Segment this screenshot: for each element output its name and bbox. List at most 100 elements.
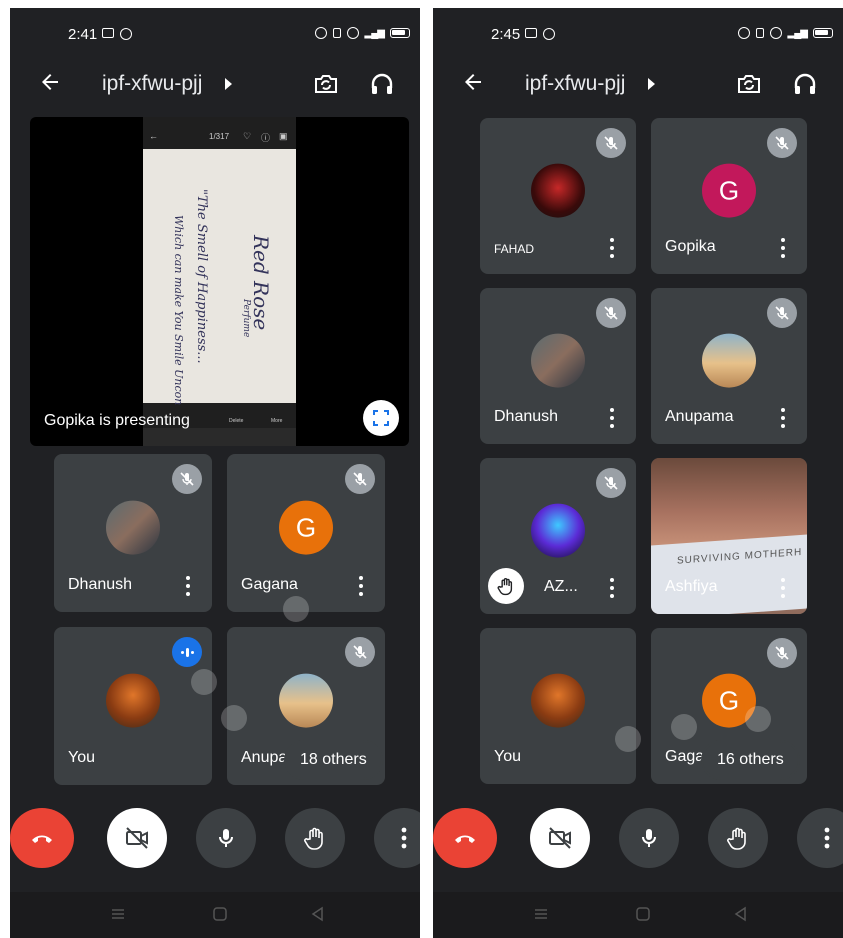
participant-tile-az[interactable]: AZ... — [480, 458, 636, 614]
meeting-header: ipf-xfwu-pjj — [433, 60, 843, 110]
muted-mic-icon — [345, 637, 375, 667]
back-arrow-icon[interactable] — [461, 70, 485, 99]
participant-name: Gagana — [241, 576, 298, 593]
muted-mic-icon — [767, 638, 797, 668]
participant-menu-icon[interactable] — [186, 576, 190, 596]
participant-tile-you[interactable]: You — [480, 628, 636, 784]
participant-name: FAHAD — [494, 242, 535, 256]
back-nav-icon[interactable] — [310, 906, 326, 927]
participant-tile-fahad[interactable]: FAHAD — [480, 118, 636, 274]
participant-name: AZ... — [544, 578, 578, 595]
more-options-button[interactable] — [797, 808, 843, 868]
back-arrow-icon[interactable] — [38, 70, 62, 99]
participant-name: Gopika — [665, 238, 716, 255]
shared-status-bar — [149, 120, 289, 126]
status-time: 2:41 — [68, 26, 98, 43]
participant-menu-icon[interactable] — [781, 578, 785, 598]
avatar — [702, 333, 756, 388]
recent-apps-icon[interactable] — [533, 906, 549, 927]
presentation-tile[interactable]: ← 1/317 ♡ ⓘ ▣ Red Rose Perfume "The Smel… — [30, 117, 409, 446]
muted-mic-icon — [767, 128, 797, 158]
touch-indicator — [191, 669, 217, 695]
raise-hand-button[interactable] — [708, 808, 768, 868]
participant-name: Dhanush — [494, 408, 559, 425]
participant-tile-dhanush[interactable]: Dhanush — [54, 454, 212, 612]
audio-output-headphones-icon[interactable] — [791, 70, 819, 103]
call-controls — [10, 808, 420, 868]
participant-tile-ashfiya[interactable]: SURVIVING MOTHERH Ashfiya — [651, 458, 807, 614]
avatar — [106, 500, 160, 555]
recent-apps-icon[interactable] — [110, 906, 126, 927]
muted-mic-icon — [596, 128, 626, 158]
muted-mic-icon — [767, 298, 797, 328]
participant-tile-gagana[interactable]: G Gagana — [227, 454, 385, 612]
paper-line-2: Perfume — [241, 299, 251, 338]
meeting-header: ipf-xfwu-pjj — [10, 60, 420, 110]
audio-output-headphones-icon[interactable] — [368, 70, 396, 103]
headset-status-icon — [737, 27, 750, 39]
touch-indicator — [745, 706, 771, 732]
end-call-button[interactable] — [433, 808, 497, 868]
avatar — [531, 333, 585, 388]
paper-line-4: Which can make You Smile Uncon — [172, 215, 185, 406]
home-icon[interactable] — [635, 906, 651, 927]
switch-camera-icon[interactable] — [312, 70, 340, 103]
headset-status-icon — [314, 27, 327, 39]
system-nav-bar — [433, 892, 843, 938]
participant-tile-anupama[interactable]: Anupama — [651, 288, 807, 444]
participant-tile-dhanush[interactable]: Dhanush — [480, 288, 636, 444]
muted-mic-icon — [596, 298, 626, 328]
shared-heart-icon: ♡ — [243, 131, 252, 141]
back-nav-icon[interactable] — [733, 906, 749, 927]
system-nav-bar — [10, 892, 420, 938]
raise-hand-button[interactable] — [285, 808, 345, 868]
participant-menu-icon[interactable] — [781, 238, 785, 258]
avatar-initial: G — [702, 163, 756, 218]
fullscreen-icon[interactable] — [363, 400, 399, 436]
video-notification-icon — [525, 28, 537, 38]
alarm-icon — [769, 27, 782, 39]
shared-counter: 1/317 — [209, 132, 230, 141]
avatar — [106, 673, 160, 728]
participant-menu-icon[interactable] — [610, 408, 614, 428]
avatar — [279, 673, 333, 728]
meeting-info-caret-icon[interactable] — [648, 78, 655, 90]
participant-menu-icon[interactable] — [781, 408, 785, 428]
home-icon[interactable] — [212, 906, 228, 927]
whatsapp-icon — [543, 28, 555, 40]
more-options-button[interactable] — [374, 808, 420, 868]
camera-off-button[interactable] — [107, 808, 167, 868]
signal-icon: ▂▄▆ — [364, 27, 385, 39]
paper-line-1: Red Rose — [249, 235, 273, 331]
meeting-code[interactable]: ipf-xfwu-pjj — [525, 72, 625, 96]
muted-mic-icon — [172, 464, 202, 494]
avatar — [531, 503, 585, 558]
participant-menu-icon[interactable] — [359, 576, 363, 596]
participant-name: You — [494, 748, 521, 765]
status-bar: 2:41 ▂▄▆ — [10, 8, 420, 56]
participant-menu-icon[interactable] — [610, 238, 614, 258]
participant-tile-you[interactable]: You — [54, 627, 212, 785]
microphone-button[interactable] — [619, 808, 679, 868]
touch-indicator — [221, 705, 247, 731]
status-bar: 2:45 ▂▄▆ — [433, 8, 843, 56]
microphone-button[interactable] — [196, 808, 256, 868]
switch-camera-icon[interactable] — [735, 70, 763, 103]
camera-off-button[interactable] — [530, 808, 590, 868]
vibrate-icon — [755, 28, 764, 38]
others-count-button[interactable]: 18 others — [286, 742, 381, 778]
battery-icon — [390, 28, 410, 38]
right-phone-screen: 2:45 ▂▄▆ ipf-xfwu-pjj FAHAD G Gopika Dha… — [433, 8, 843, 938]
status-time: 2:45 — [491, 26, 521, 43]
meeting-code[interactable]: ipf-xfwu-pjj — [102, 72, 202, 96]
participant-tile-gopika[interactable]: G Gopika — [651, 118, 807, 274]
shared-screen: ← 1/317 ♡ ⓘ ▣ Red Rose Perfume "The Smel… — [143, 117, 296, 446]
end-call-button[interactable] — [10, 808, 74, 868]
participant-menu-icon[interactable] — [610, 578, 614, 598]
call-controls — [433, 808, 843, 868]
meeting-info-caret-icon[interactable] — [225, 78, 232, 90]
presenting-label: Gopika is presenting — [44, 412, 190, 429]
participant-name: Ashfiya — [665, 578, 718, 595]
others-count-button[interactable]: 16 others — [703, 742, 798, 778]
left-phone-screen: 2:41 ▂▄▆ ipf-xfwu-pjj ← 1/317 ♡ ⓘ ▣ Red … — [10, 8, 420, 938]
